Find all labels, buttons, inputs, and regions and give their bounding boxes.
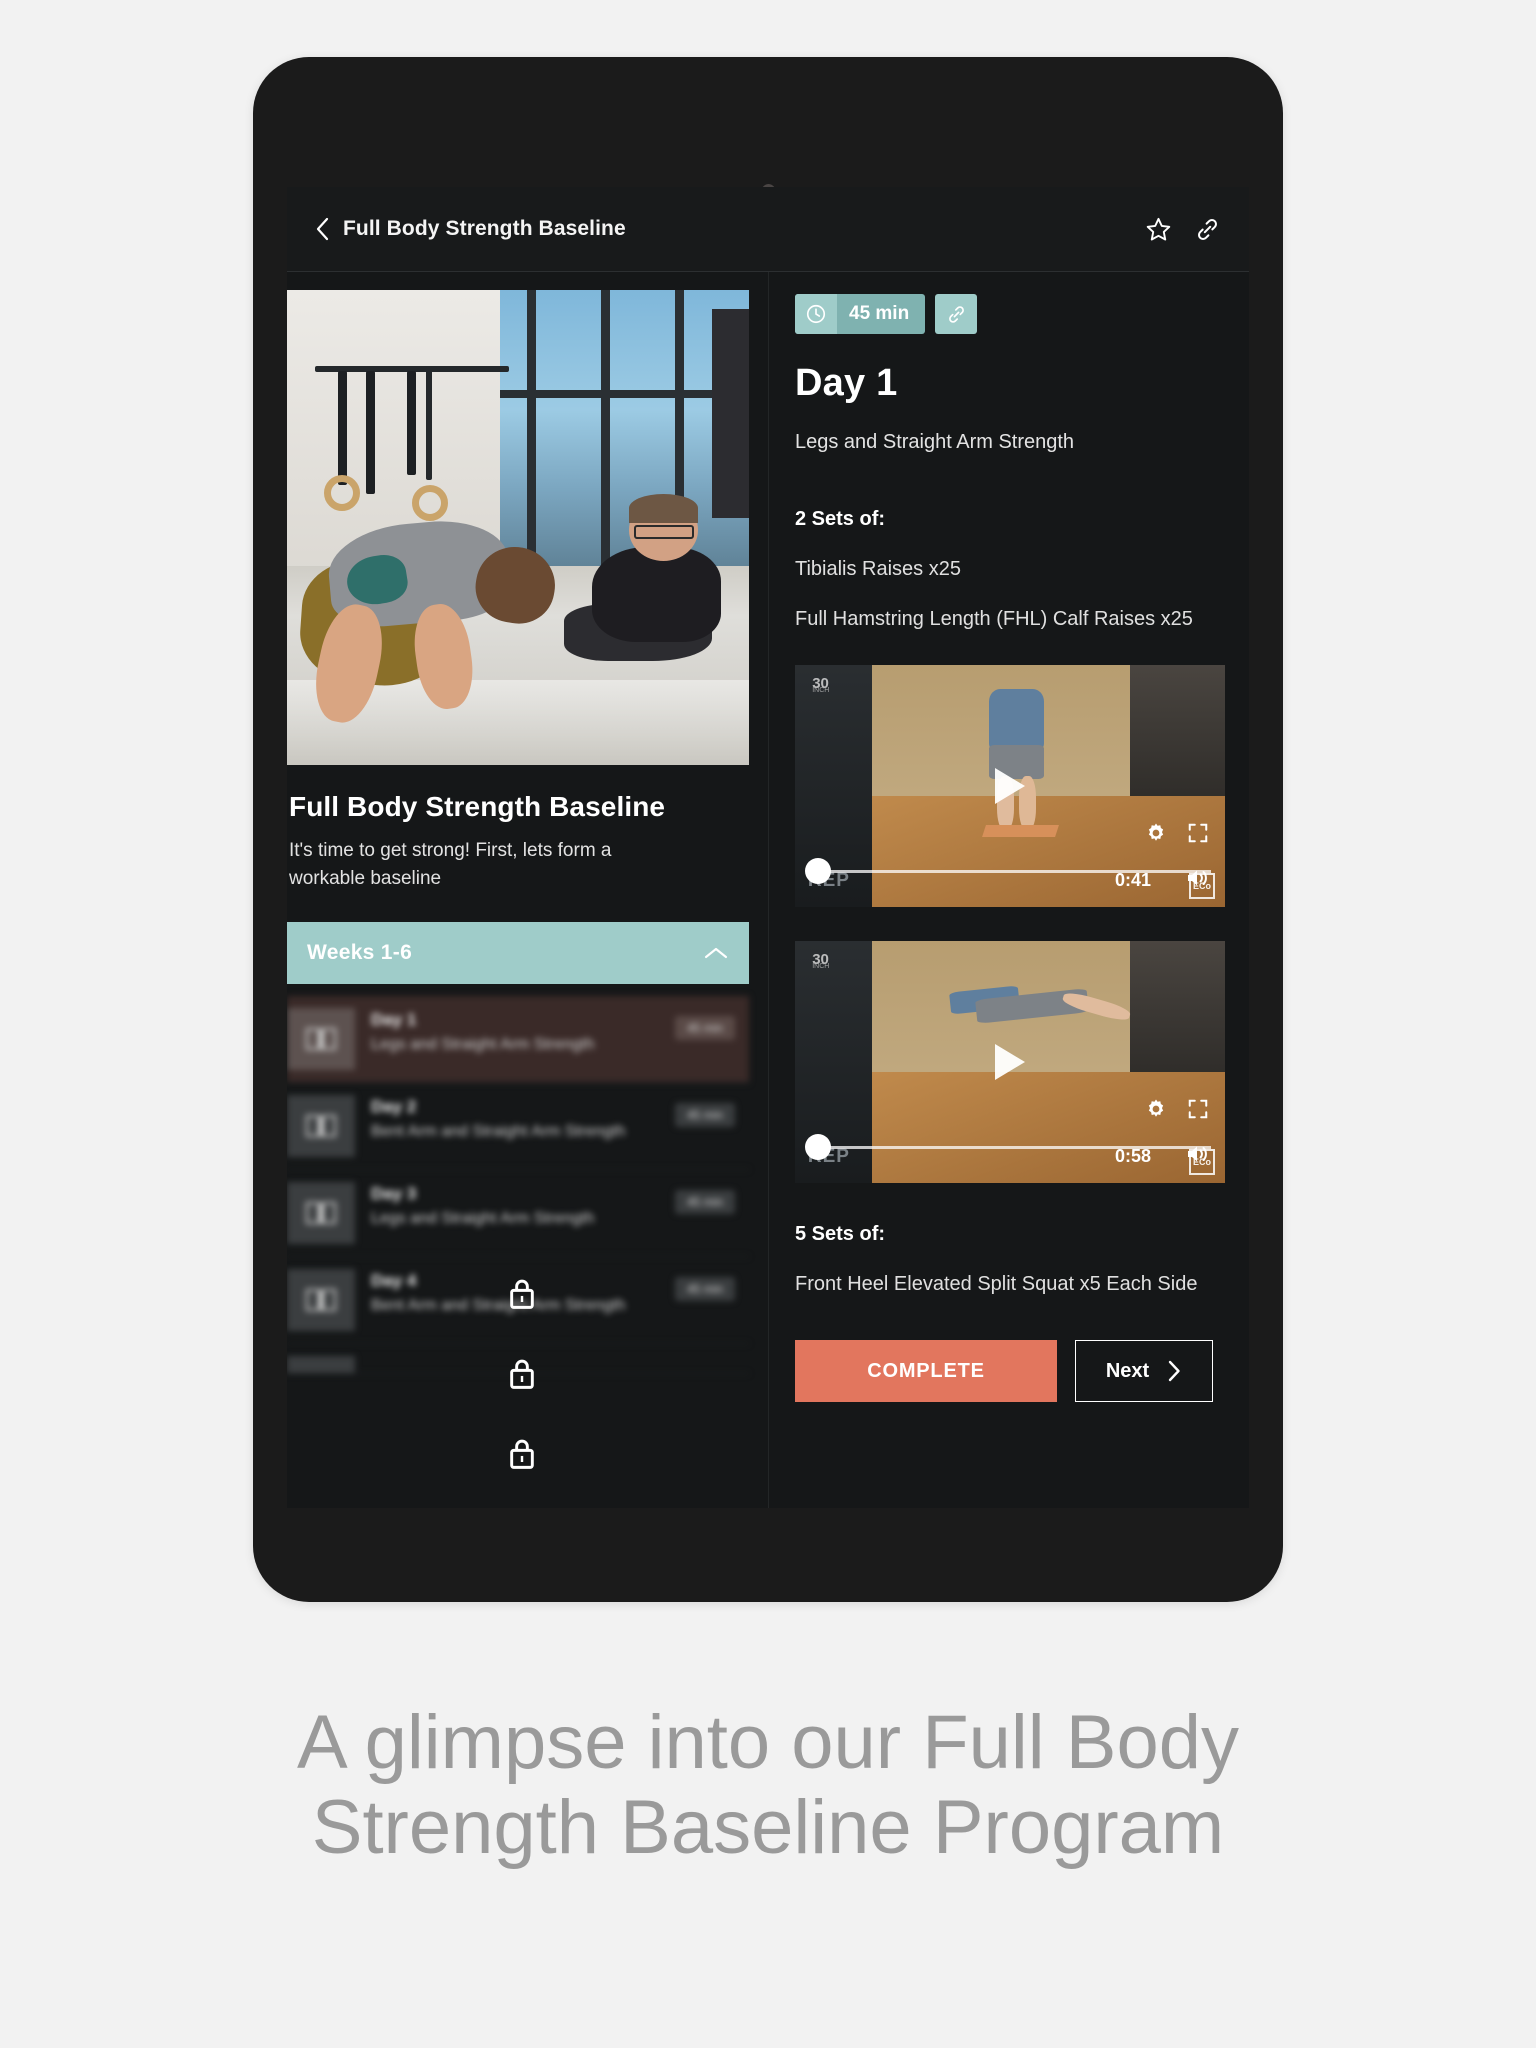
duration-label: 45 min <box>849 303 910 324</box>
next-button-label: Next <box>1105 1359 1150 1382</box>
sets-heading: 5 Sets of: <box>795 1223 886 1245</box>
book-icon <box>287 1269 355 1332</box>
list-item[interactable]: Day 4 Bent Arm and Straight Arm Strength… <box>287 1257 749 1345</box>
list-item[interactable] <box>287 1344 749 1375</box>
chevron-right-icon <box>1168 1360 1180 1382</box>
caption-line-1: A glimpse into our Full Body <box>296 1700 1240 1785</box>
day-duration-badge: 45 min <box>674 1016 735 1041</box>
video-player[interactable]: 30 INCH REP <box>795 941 1225 1183</box>
next-button[interactable]: Next <box>1075 1340 1213 1402</box>
exercise-line: Full Hamstring Length (FHL) Calf Raises … <box>795 608 1193 630</box>
day-name: Day 4 <box>371 1271 417 1291</box>
tablet-screen: Full Body Strength Baseline Full Body St… <box>287 187 1249 1508</box>
list-item[interactable]: Day 2 Bent Arm and Straight Arm Strength… <box>287 1083 749 1171</box>
day-name: Day 2 <box>371 1097 417 1117</box>
share-link-button[interactable] <box>935 294 978 334</box>
book-icon <box>287 1182 355 1245</box>
play-icon[interactable] <box>995 1044 1025 1080</box>
link-icon[interactable] <box>1194 216 1221 243</box>
workout-meta-row: 45 min <box>795 294 1223 334</box>
list-item[interactable]: Day 3 Legs and Straight Arm Strength 45 … <box>287 1170 749 1258</box>
duration-badge[interactable]: 45 min <box>795 294 926 334</box>
day-list: Day 1 Legs and Straight Arm Strength 45 … <box>287 996 749 1375</box>
program-title: Full Body Strength Baseline <box>289 791 666 822</box>
clock-icon <box>795 294 837 334</box>
gear-icon[interactable] <box>1145 1098 1167 1125</box>
gear-icon[interactable] <box>1145 822 1167 849</box>
fullscreen-icon[interactable] <box>1187 822 1209 849</box>
day-heading: Day 1 <box>795 362 898 404</box>
header-actions <box>1145 216 1221 243</box>
program-hero-photo <box>287 290 749 765</box>
exercise-line: Front Heel Elevated Split Squat x5 Each … <box>795 1273 1198 1295</box>
day-duration-badge: 45 min <box>674 1277 735 1302</box>
day-subtitle: Legs and Straight Arm Strength <box>795 431 1075 453</box>
screen-body: Full Body Strength Baseline It's time to… <box>287 272 1249 1508</box>
back-button[interactable] <box>307 214 337 244</box>
book-icon <box>287 1008 355 1071</box>
page-title: Full Body Strength Baseline <box>343 217 626 240</box>
video-player[interactable]: 30 INCH REP <box>795 665 1225 907</box>
day-subtitle: Legs and Straight Arm Strength <box>371 1036 595 1054</box>
video-time: 0:41 <box>1114 870 1151 890</box>
action-row: COMPLETE Next <box>795 1340 1223 1402</box>
video-time: 0:58 <box>1114 1146 1151 1166</box>
day-name: Day 3 <box>371 1184 417 1204</box>
star-icon[interactable] <box>1145 216 1172 243</box>
video-progress-handle[interactable] <box>805 1134 831 1160</box>
tablet-device-frame: Full Body Strength Baseline Full Body St… <box>253 57 1283 1602</box>
exercise-line: Tibialis Raises x25 <box>795 558 961 580</box>
caption-line-2: Strength Baseline Program <box>311 1785 1225 1871</box>
day-name: Day 1 <box>371 1010 417 1030</box>
chevron-up-icon <box>704 948 728 959</box>
weeks-accordion-header[interactable]: Weeks 1-6 <box>287 922 749 985</box>
caption: A glimpse into our Full Body Strength Ba… <box>0 1700 1536 1870</box>
weeks-accordion-label: Weeks 1-6 <box>307 941 413 965</box>
day-duration-badge: 45 min <box>674 1190 735 1215</box>
video-watermark: ECo <box>1189 873 1215 899</box>
lock-icon <box>505 1437 539 1471</box>
day-subtitle: Legs and Straight Arm Strength <box>371 1210 595 1228</box>
play-icon[interactable] <box>995 768 1025 804</box>
book-icon <box>287 1095 355 1158</box>
day-subtitle: Bent Arm and Straight Arm Strength <box>371 1123 626 1141</box>
link-icon <box>948 305 964 323</box>
program-left-panel: Full Body Strength Baseline It's time to… <box>287 272 769 1508</box>
list-item[interactable]: Day 1 Legs and Straight Arm Strength 45 … <box>287 996 749 1084</box>
day-subtitle: Bent Arm and Straight Arm Strength <box>371 1297 626 1315</box>
video-progress-handle[interactable] <box>805 858 831 884</box>
program-description: It's time to get strong! First, lets for… <box>289 840 612 889</box>
complete-button[interactable]: COMPLETE <box>795 1340 1057 1402</box>
chevron-left-icon <box>316 217 329 241</box>
book-icon <box>287 1356 355 1374</box>
sets-heading: 2 Sets of: <box>795 508 886 530</box>
day-duration-badge: 45 min <box>674 1103 735 1128</box>
workout-right-panel: 45 min Day 1 Legs and Straight Arm Stren… <box>769 272 1249 1508</box>
video-watermark: ECo <box>1189 1149 1215 1175</box>
app-header: Full Body Strength Baseline <box>287 187 1249 272</box>
fullscreen-icon[interactable] <box>1187 1098 1209 1125</box>
